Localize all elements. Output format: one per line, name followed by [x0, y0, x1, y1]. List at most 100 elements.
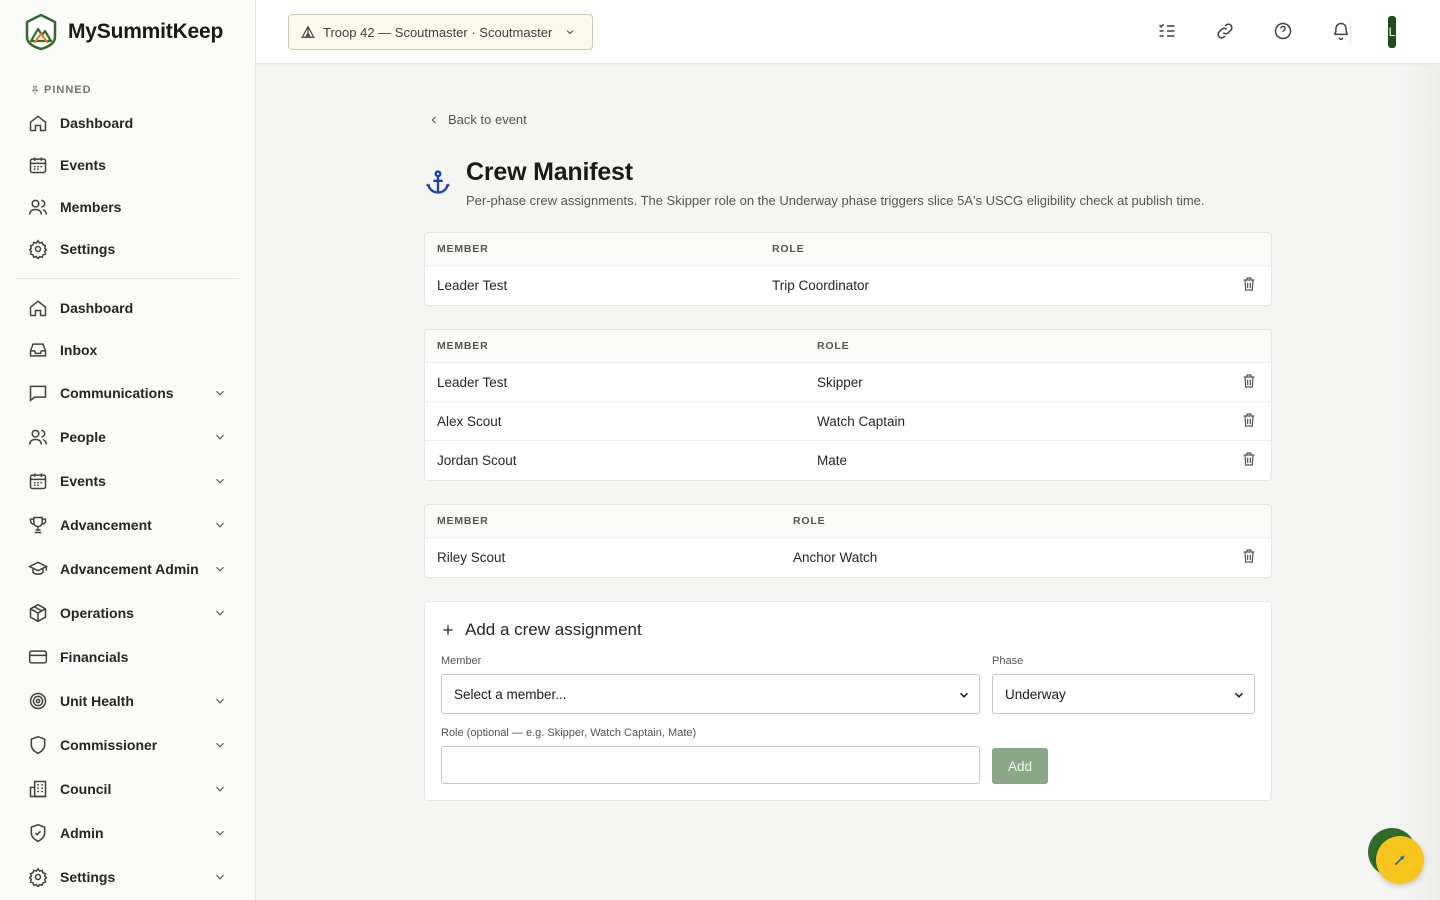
top-bar: Troop 42 — Scoutmaster · Scoutmaster L — [256, 0, 1440, 64]
top-actions — [1156, 20, 1352, 42]
sidebar-item-settings[interactable]: Settings — [0, 855, 255, 899]
brand-name: MySummitKeep — [68, 20, 224, 43]
page-header: Crew Manifest Per-phase crew assignments… — [424, 158, 1205, 208]
page-subtitle: Per-phase crew assignments. The Skipper … — [466, 193, 1205, 208]
sidebar-item-dashboard[interactable]: Dashboard — [0, 287, 255, 329]
crew-table-phase-3: MEMBER ROLE Riley Scout Anchor Watch — [424, 504, 1272, 578]
sidebar-item-operations[interactable]: Operations — [0, 591, 255, 635]
home-icon — [28, 113, 48, 133]
sidebar-item-communications[interactable]: Communications — [0, 371, 255, 415]
pinned-item-settings[interactable]: Settings — [0, 228, 255, 270]
top-separator — [1350, 20, 1351, 44]
chevron-down-icon — [213, 826, 227, 840]
shield-icon — [28, 735, 48, 755]
sidebar-item-admin[interactable]: Admin — [0, 811, 255, 855]
avatar[interactable]: L — [1388, 16, 1396, 48]
chevron-down-icon — [213, 430, 227, 444]
help-icon[interactable] — [1272, 20, 1294, 42]
checklist-icon[interactable] — [1156, 20, 1178, 42]
gear-icon — [28, 239, 48, 259]
unit-selector-label: Troop 42 — Scoutmaster · Scoutmaster — [323, 24, 553, 40]
main-content: Back to event Crew Manifest Per-phase cr… — [256, 64, 1440, 900]
right-edge-shadow — [1400, 64, 1440, 900]
link-icon[interactable] — [1214, 20, 1236, 42]
calendar-icon — [28, 471, 48, 491]
back-to-event-link[interactable]: Back to event — [428, 112, 527, 127]
trash-icon[interactable] — [1241, 548, 1257, 564]
add-button[interactable]: Add — [992, 748, 1048, 784]
role-input[interactable] — [441, 746, 980, 784]
sidebar-item-inbox[interactable]: Inbox — [0, 329, 255, 371]
pinned-label: PINNED — [44, 84, 92, 96]
phase-label: Phase — [992, 655, 1024, 667]
credit-card-icon — [28, 647, 48, 667]
table-header: MEMBER ROLE — [425, 233, 1271, 266]
phase-select[interactable]: Underway — [992, 674, 1255, 714]
trash-icon[interactable] — [1241, 412, 1257, 428]
floating-action-button[interactable] — [1376, 836, 1424, 884]
table-header: MEMBER ROLE — [425, 505, 1271, 538]
chevron-down-icon — [213, 606, 227, 620]
table-row: Leader Test Skipper — [425, 363, 1271, 402]
sidebar-item-events[interactable]: Events — [0, 459, 255, 503]
users-icon — [28, 197, 48, 217]
chevron-down-icon — [564, 26, 576, 38]
home-icon — [28, 298, 48, 318]
building-icon — [28, 779, 48, 799]
table-row: Riley Scout Anchor Watch — [425, 538, 1271, 577]
brand[interactable]: MySummitKeep — [0, 0, 255, 64]
inbox-icon — [28, 340, 48, 360]
mountain-logo-icon — [24, 13, 58, 51]
target-icon — [28, 691, 48, 711]
pinned-nav: Dashboard Events Members Settings — [0, 102, 255, 270]
sidebar-item-advancement-admin[interactable]: Advancement Admin — [0, 547, 255, 591]
chevron-down-icon — [213, 782, 227, 796]
gear-icon — [28, 867, 48, 887]
sidebar-item-advancement[interactable]: Advancement — [0, 503, 255, 547]
sidebar-item-council[interactable]: Council — [0, 767, 255, 811]
sidebar-item-financials[interactable]: Financials — [0, 635, 255, 679]
plus-icon — [441, 623, 455, 637]
crew-table-phase-2: MEMBER ROLE Leader Test Skipper Alex Sco… — [424, 329, 1272, 481]
add-form-title: Add a crew assignment — [441, 620, 642, 640]
sidebar-item-unit-health[interactable]: Unit Health — [0, 679, 255, 723]
shield-check-icon — [28, 823, 48, 843]
anchor-icon — [424, 168, 452, 196]
trash-icon[interactable] — [1241, 276, 1257, 292]
crew-table-phase-1: MEMBER ROLE Leader Test Trip Coordinator — [424, 232, 1272, 306]
pin-icon — [30, 85, 40, 95]
table-row: Alex Scout Watch Captain — [425, 402, 1271, 441]
table-header: MEMBER ROLE — [425, 330, 1271, 363]
message-icon — [28, 383, 48, 403]
graduation-cap-icon — [28, 559, 48, 579]
main-nav: Dashboard Inbox Communications People Ev… — [0, 287, 255, 899]
trash-icon[interactable] — [1241, 373, 1257, 389]
chevron-down-icon — [213, 386, 227, 400]
sidebar-divider — [16, 278, 239, 279]
box-icon — [28, 603, 48, 623]
users-icon — [28, 427, 48, 447]
chevron-left-icon — [428, 114, 440, 126]
chevron-down-icon — [213, 870, 227, 884]
unit-selector[interactable]: Troop 42 — Scoutmaster · Scoutmaster — [288, 14, 593, 50]
chevron-down-icon — [1232, 688, 1246, 702]
trash-icon[interactable] — [1241, 451, 1257, 467]
add-crew-assignment-form: Add a crew assignment Member Select a me… — [424, 601, 1272, 801]
pinned-item-members[interactable]: Members — [0, 186, 255, 228]
chevron-down-icon — [213, 694, 227, 708]
sidebar-item-people[interactable]: People — [0, 415, 255, 459]
trophy-icon — [28, 515, 48, 535]
table-row: Leader Test Trip Coordinator — [425, 266, 1271, 305]
chevron-down-icon — [213, 738, 227, 752]
chevron-down-icon — [213, 474, 227, 488]
sidebar-item-commissioner[interactable]: Commissioner — [0, 723, 255, 767]
table-row: Jordan Scout Mate — [425, 441, 1271, 480]
member-select[interactable]: Select a member... — [441, 674, 980, 714]
calendar-icon — [28, 155, 48, 175]
page-title: Crew Manifest — [466, 158, 633, 186]
flask-icon — [1392, 852, 1408, 868]
pinned-item-dashboard[interactable]: Dashboard — [0, 102, 255, 144]
sidebar: MySummitKeep PINNED Dashboard Events Mem… — [0, 0, 256, 900]
bell-icon[interactable] — [1330, 20, 1352, 42]
pinned-item-events[interactable]: Events — [0, 144, 255, 186]
